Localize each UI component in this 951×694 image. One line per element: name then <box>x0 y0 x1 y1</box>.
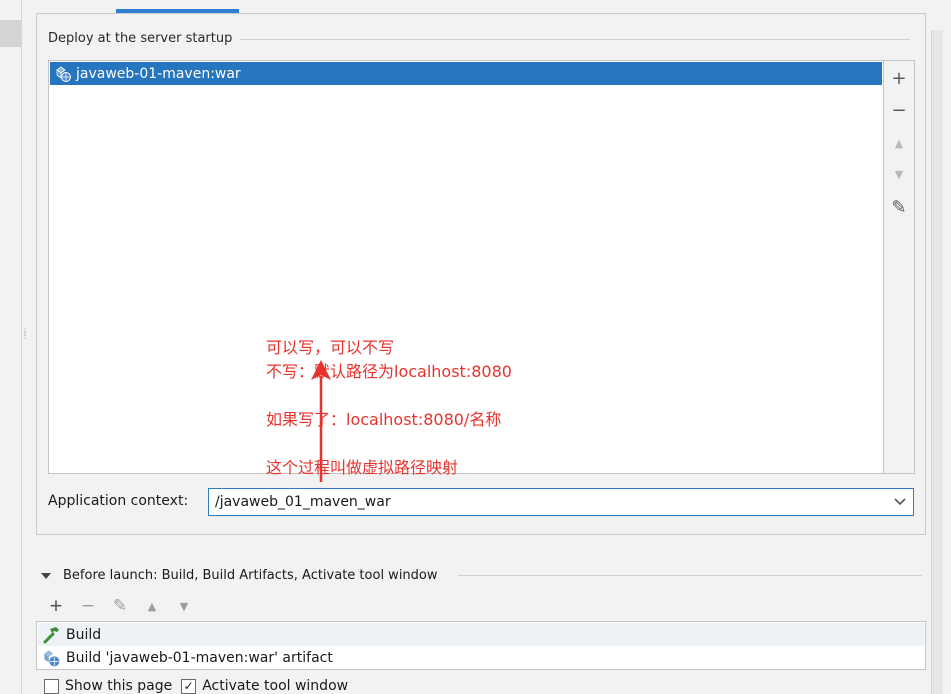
launch-options: Show this page ✓ Activate tool window <box>44 678 357 694</box>
left-tab-highlight[interactable] <box>0 20 21 47</box>
annotation-line-4: 这个过程叫做虚拟路径映射 <box>266 458 459 477</box>
app-context-value: /javaweb_01_maven_war <box>215 494 391 510</box>
splitter-grip[interactable]: ⋮ ⋮ <box>21 328 29 346</box>
section-divider <box>240 39 910 40</box>
left-gutter <box>0 0 22 694</box>
before-launch-header[interactable]: Before launch: Build, Build Artifacts, A… <box>40 568 438 583</box>
before-launch-title: Before launch: Build, Build Artifacts, A… <box>63 568 438 583</box>
deploy-list-item[interactable]: javaweb-01-maven:war <box>50 62 882 85</box>
section-divider <box>458 575 922 576</box>
app-context-label: Application context: <box>48 493 189 509</box>
task-label: Build <box>66 626 102 643</box>
task-label: Build 'javaweb-01-maven:war' artifact <box>66 649 333 666</box>
annotation-line-3: 如果写了：localhost:8080/名称 <box>266 410 502 429</box>
before-launch-toolbar: + − ✎ ▲ ▼ <box>40 594 200 618</box>
edit-pencil-icon[interactable]: ✎ <box>104 594 136 618</box>
artifact-icon <box>54 65 72 83</box>
deploy-toolbar: + − ▲ ▼ ✎ <box>884 60 915 474</box>
add-icon[interactable]: + <box>884 63 914 93</box>
show-page-option[interactable]: Show this page <box>44 678 172 694</box>
add-icon[interactable]: + <box>40 594 72 618</box>
hammer-icon <box>41 625 61 645</box>
edit-pencil-icon[interactable]: ✎ <box>884 192 914 222</box>
move-up-icon[interactable]: ▲ <box>136 594 168 618</box>
activate-tool-window-checkbox[interactable]: ✓ <box>181 678 197 694</box>
artifact-icon <box>41 648 61 668</box>
annotation-arrow-icon <box>311 360 331 482</box>
deploy-section-title: Deploy at the server startup <box>48 31 239 46</box>
before-launch-task-list[interactable]: Build Build 'javaweb-01-maven:war' artif… <box>36 621 926 670</box>
remove-icon[interactable]: − <box>72 594 104 618</box>
vertical-scrollbar[interactable] <box>931 30 943 694</box>
move-up-icon[interactable]: ▲ <box>884 128 914 158</box>
move-down-icon[interactable]: ▼ <box>168 594 200 618</box>
remove-icon[interactable]: − <box>884 95 914 125</box>
collapse-triangle-icon[interactable] <box>41 572 51 579</box>
move-down-icon[interactable]: ▼ <box>884 159 914 189</box>
chevron-down-icon[interactable] <box>893 494 907 508</box>
task-row-build-artifact[interactable]: Build 'javaweb-01-maven:war' artifact <box>38 646 924 669</box>
activate-tool-window-label: Activate tool window <box>202 678 349 694</box>
task-row-build[interactable]: Build <box>38 623 924 646</box>
annotation-line-2: 不写：默认路径为localhost:8080 <box>266 362 512 381</box>
show-page-checkbox[interactable] <box>44 678 59 694</box>
annotation-line-1: 可以写，可以不写 <box>266 338 395 357</box>
deploy-item-label: javaweb-01-maven:war <box>76 65 241 82</box>
show-page-label: Show this page <box>65 678 173 694</box>
app-context-combobox[interactable]: /javaweb_01_maven_war <box>208 488 914 516</box>
activate-tool-window-option[interactable]: ✓ Activate tool window <box>181 678 348 694</box>
